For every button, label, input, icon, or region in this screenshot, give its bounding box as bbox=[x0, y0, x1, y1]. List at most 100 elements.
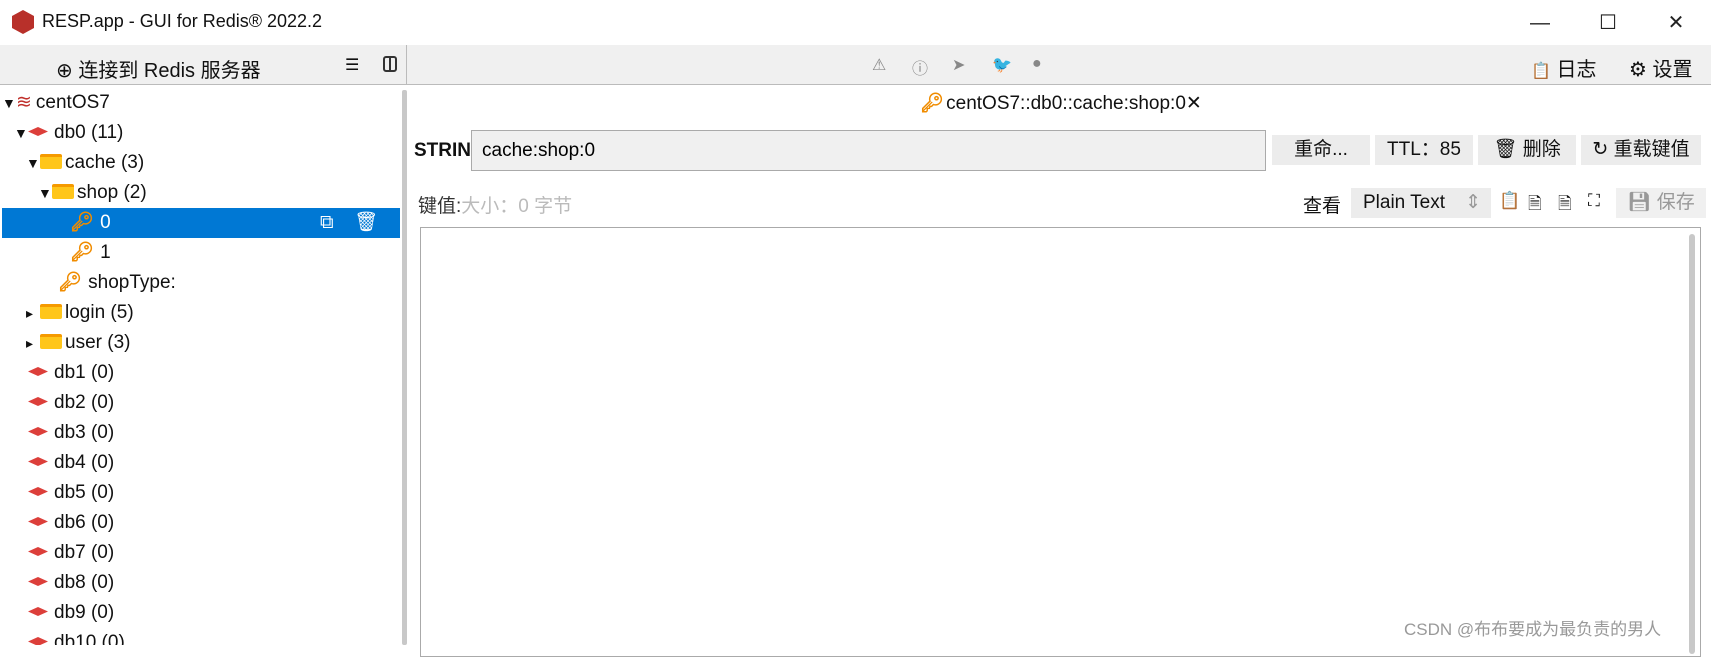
tree-item-key[interactable]: 🔑︎ shopType: bbox=[2, 268, 400, 298]
title-bar: RESP.app - GUI for Redis® 2022.2 — ☐ ✕ bbox=[0, 0, 1711, 45]
app-logo-icon bbox=[12, 10, 34, 34]
binary-file-icon[interactable]: 🗎 bbox=[1558, 191, 1572, 220]
delete-button[interactable]: 🗑︎ 删除 bbox=[1478, 135, 1576, 165]
save-icon: 💾︎ bbox=[1627, 192, 1652, 213]
value-label-text: 键值: bbox=[418, 196, 462, 217]
server-icon: ≋ bbox=[16, 92, 32, 113]
tree-item-label: 1 bbox=[100, 242, 111, 263]
minimize-button[interactable]: — bbox=[1520, 8, 1560, 38]
columns-icon[interactable] bbox=[383, 56, 397, 72]
twitter-icon[interactable]: 🐦 bbox=[992, 55, 1012, 75]
database-icon bbox=[28, 457, 48, 466]
copy-key-icon[interactable]: ⧉ bbox=[320, 208, 334, 238]
tree-item-db[interactable]: db2 (0) bbox=[2, 388, 400, 418]
database-icon bbox=[28, 127, 48, 136]
database-icon bbox=[28, 577, 48, 586]
close-window-button[interactable]: ✕ bbox=[1656, 8, 1696, 38]
gear-icon: ⚙ bbox=[1629, 59, 1647, 81]
refresh-icon: ↻ bbox=[1592, 139, 1609, 160]
key-icon: 🔑︎ bbox=[70, 242, 95, 263]
tree-item-db[interactable]: db3 (0) bbox=[2, 418, 400, 448]
tree-item-label: cache (3) bbox=[65, 152, 145, 173]
trash-icon[interactable]: 🗑︎ bbox=[354, 208, 378, 238]
watermark: CSDN @布布要成为最负责的男人 bbox=[1404, 620, 1662, 639]
tree-item-folder[interactable]: ▼ cache (3) bbox=[2, 148, 400, 178]
log-label: 日志 bbox=[1556, 59, 1597, 81]
tree-item-db[interactable]: db5 (0) bbox=[2, 478, 400, 508]
sidebar-scrollbar[interactable] bbox=[402, 90, 407, 645]
tree-item-server[interactable]: ▼≋ centOS7 bbox=[2, 88, 400, 118]
tree-item-label: 0 bbox=[100, 212, 111, 233]
tree-item-label: db3 (0) bbox=[54, 422, 115, 443]
tree-item-label: db1 (0) bbox=[54, 362, 115, 383]
tree-item-label: shopType: bbox=[88, 272, 176, 293]
expanded-arrow-icon[interactable]: ▼ bbox=[26, 148, 40, 178]
database-icon bbox=[28, 637, 48, 645]
expanded-arrow-icon[interactable]: ▼ bbox=[2, 88, 16, 118]
list-icon[interactable]: ☰ bbox=[345, 55, 359, 75]
tree-item-db[interactable]: db10 (0) bbox=[2, 628, 400, 645]
maximize-button[interactable]: ☐ bbox=[1588, 8, 1628, 38]
tree-item-db[interactable]: db4 (0) bbox=[2, 448, 400, 478]
tree-item-folder[interactable]: ▸ user (3) bbox=[2, 328, 400, 358]
editor-scrollbar[interactable] bbox=[1689, 234, 1695, 654]
tree-item-label: user (3) bbox=[65, 332, 131, 353]
expanded-arrow-icon[interactable]: ▼ bbox=[38, 178, 52, 208]
collapsed-arrow-icon[interactable]: ▸ bbox=[26, 298, 40, 328]
tree-item-label: db10 (0) bbox=[54, 632, 125, 645]
tree-item-label: db0 (11) bbox=[54, 122, 124, 143]
value-editor[interactable] bbox=[420, 227, 1701, 657]
folder-icon bbox=[40, 334, 62, 349]
connect-label: 连接到 Redis 服务器 bbox=[78, 60, 261, 82]
ttl-button[interactable]: TTL：85 bbox=[1375, 135, 1473, 165]
tree-item-folder[interactable]: ▸ login (5) bbox=[2, 298, 400, 328]
rename-button[interactable]: 重命... bbox=[1272, 135, 1370, 165]
github-icon[interactable]: ● bbox=[1032, 55, 1042, 73]
format-select[interactable]: Plain Text ⇕ bbox=[1351, 188, 1491, 218]
telegram-icon[interactable]: ➤ bbox=[952, 55, 965, 75]
tree-item-db[interactable]: db8 (0) bbox=[2, 568, 400, 598]
tree-item-db[interactable]: ▼ db0 (11) bbox=[2, 118, 400, 148]
sidebar-header: ⊕ 连接到 Redis 服务器 ☰ bbox=[0, 45, 407, 85]
save-label: 保存 bbox=[1656, 192, 1695, 213]
view-label: 查看 bbox=[1303, 196, 1342, 217]
key-tree: ▼≋ centOS7 ▼ db0 (11) ▼ cache (3) ▼ shop (2) 🔑︎ 0… bbox=[0, 86, 402, 645]
plus-circle-icon: ⊕ bbox=[56, 60, 79, 82]
warning-icon[interactable]: ⚠ bbox=[872, 55, 886, 75]
expanded-arrow-icon[interactable]: ▼ bbox=[14, 118, 28, 148]
help-icon[interactable]: ⓘ bbox=[912, 55, 928, 79]
value-size: 大小：0 字节 bbox=[461, 196, 573, 217]
folder-icon bbox=[52, 184, 74, 199]
tab-key[interactable]: 🔑︎ centOS7::db0::cache:shop:0✕ bbox=[920, 91, 1202, 115]
json-file-icon[interactable]: 🗎 bbox=[1528, 191, 1542, 220]
log-button[interactable]: 📋 日志 bbox=[1531, 53, 1596, 82]
format-value: Plain Text bbox=[1363, 192, 1446, 213]
tree-item-label: db6 (0) bbox=[54, 512, 115, 533]
tree-item-key[interactable]: 🔑︎ 0 ⧉ 🗑︎ bbox=[2, 208, 400, 238]
tree-item-label: login (5) bbox=[65, 302, 134, 323]
database-icon bbox=[28, 607, 48, 616]
settings-button[interactable]: ⚙ 设置 bbox=[1629, 53, 1693, 82]
key-icon: 🔑︎ bbox=[70, 212, 95, 233]
folder-icon bbox=[40, 304, 62, 319]
key-name-input[interactable] bbox=[471, 130, 1266, 171]
tree-item-label: shop (2) bbox=[77, 182, 147, 203]
database-icon bbox=[28, 487, 48, 496]
main-header: ⚠ ⓘ ➤ 🐦 ● 📋 日志 ⚙ 设置 bbox=[407, 45, 1711, 85]
tree-item-db[interactable]: db1 (0) bbox=[2, 358, 400, 388]
tree-item-folder[interactable]: ▼ shop (2) bbox=[2, 178, 400, 208]
tree-item-db[interactable]: db7 (0) bbox=[2, 538, 400, 568]
fullscreen-icon[interactable]: ⛶ bbox=[1588, 191, 1600, 211]
copy-icon[interactable]: 📋 bbox=[1499, 191, 1520, 211]
chevron-updown-icon: ⇕ bbox=[1465, 192, 1481, 213]
save-button[interactable]: 💾︎ 保存 bbox=[1616, 188, 1706, 218]
tree-item-key[interactable]: 🔑︎ 1 bbox=[2, 238, 400, 268]
tree-item-db[interactable]: db6 (0) bbox=[2, 508, 400, 538]
tab-close-button[interactable]: ✕ bbox=[1186, 93, 1202, 114]
reload-button[interactable]: ↻ 重载键值 bbox=[1581, 135, 1701, 165]
collapsed-arrow-icon[interactable]: ▸ bbox=[26, 328, 40, 358]
tree-item-db[interactable]: db9 (0) bbox=[2, 598, 400, 628]
connect-button[interactable]: ⊕ 连接到 Redis 服务器 bbox=[56, 54, 261, 83]
key-icon: 🔑︎ bbox=[920, 93, 945, 114]
delete-label: 删除 bbox=[1522, 139, 1561, 160]
